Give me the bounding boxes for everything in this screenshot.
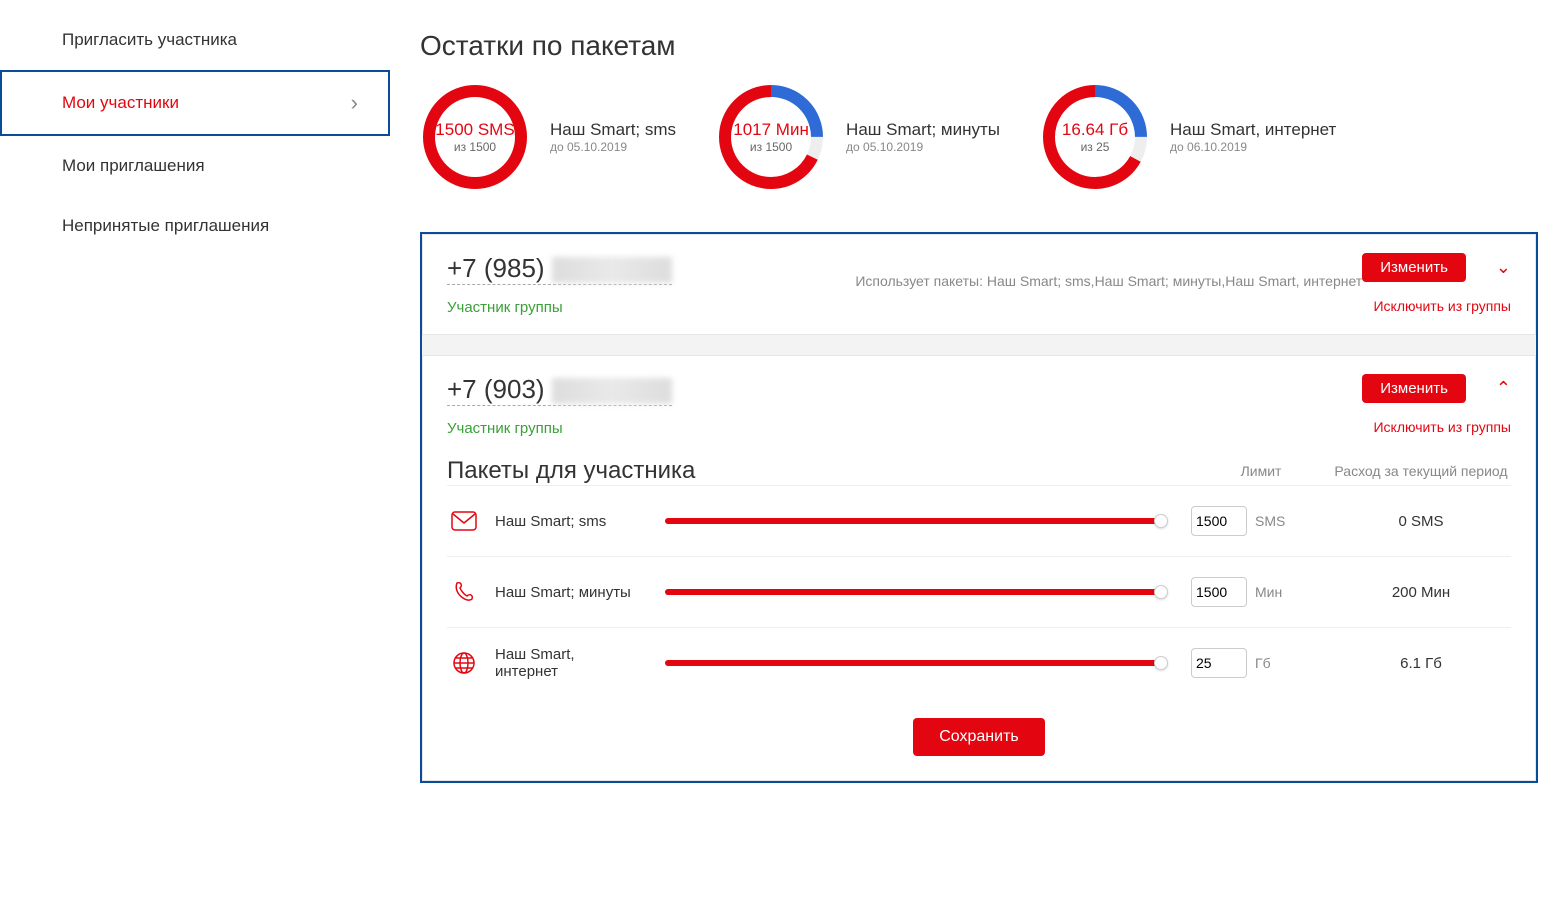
sidebar-item-invite[interactable]: Пригласить участника (0, 10, 390, 70)
exclude-link[interactable]: Исключить из группы (1373, 419, 1511, 435)
ring-value: 1017 Мин (733, 120, 809, 140)
packages-header: Пакеты для участника Лимит Расход за тек… (447, 457, 1511, 485)
member-card: +7 (985) Участник группы Использует паке… (422, 234, 1536, 335)
limit-slider[interactable] (665, 589, 1161, 595)
sidebar: Пригласить участника Мои участники › Мои… (0, 0, 390, 793)
sidebar-item-label: Мои приглашения (62, 156, 205, 176)
package-name: Наш Smart, интернет (495, 646, 635, 680)
remainder-sms: 1500 SMS из 1500 Наш Smart; sms до 05.10… (420, 82, 676, 192)
remainders-row: 1500 SMS из 1500 Наш Smart; sms до 05.10… (420, 82, 1538, 192)
remainder-name: Наш Smart; минуты (846, 120, 1000, 140)
remainders-title: Остатки по пакетам (420, 30, 1538, 62)
package-spend: 0 SMS (1331, 513, 1511, 530)
member-uses: Использует пакеты: Наш Smart; sms,Наш Sm… (855, 273, 1362, 289)
remainder-name: Наш Smart; sms (550, 120, 676, 140)
member-role: Участник группы (447, 420, 672, 437)
remainder-date: до 06.10.2019 (1170, 140, 1336, 154)
package-name: Наш Smart; sms (495, 513, 635, 530)
phone-icon (447, 575, 481, 609)
phone-prefix: +7 (985) (447, 253, 545, 283)
main-content: Остатки по пакетам 1500 SMS из 1500 Наш … (390, 0, 1548, 793)
members-panel: +7 (985) Участник группы Использует паке… (420, 232, 1538, 783)
sidebar-item-my-members[interactable]: Мои участники › (0, 70, 390, 136)
limit-input[interactable] (1191, 506, 1247, 536)
limit-unit: Мин (1255, 584, 1282, 600)
phone-prefix: +7 (903) (447, 374, 545, 404)
limit-input[interactable] (1191, 577, 1247, 607)
remainder-date: до 05.10.2019 (846, 140, 1000, 154)
ring-sms: 1500 SMS из 1500 (420, 82, 530, 192)
edit-button[interactable]: Изменить (1362, 374, 1466, 403)
sidebar-item-my-invites[interactable]: Мои приглашения (0, 136, 390, 196)
sidebar-item-label: Непринятые приглашения (62, 216, 269, 236)
limit-unit: SMS (1255, 513, 1285, 529)
ring-sub: из 1500 (454, 140, 496, 154)
sidebar-item-pending-invites[interactable]: Непринятые приглашения (0, 196, 390, 256)
ring-minutes: 1017 Мин из 1500 (716, 82, 826, 192)
save-button[interactable]: Сохранить (913, 718, 1045, 756)
sidebar-item-label: Пригласить участника (62, 30, 237, 50)
phone-masked (552, 378, 672, 404)
limit-slider[interactable] (665, 518, 1161, 524)
chevron-right-icon: › (351, 90, 358, 116)
column-spend: Расход за текущий период (1331, 463, 1511, 479)
envelope-icon (447, 504, 481, 538)
edit-button[interactable]: Изменить (1362, 253, 1466, 282)
member-role: Участник группы (447, 299, 672, 316)
package-row-minutes: Наш Smart; минуты Мин 200 Мин (447, 556, 1511, 627)
globe-icon (447, 646, 481, 680)
package-name: Наш Smart; минуты (495, 584, 635, 601)
member-phone[interactable]: +7 (903) (447, 374, 672, 406)
ring-sub: из 1500 (750, 140, 792, 154)
limit-input[interactable] (1191, 648, 1247, 678)
remainder-minutes: 1017 Мин из 1500 Наш Smart; минуты до 05… (716, 82, 1000, 192)
package-spend: 6.1 Гб (1331, 655, 1511, 672)
ring-sub: из 25 (1081, 140, 1110, 154)
limit-slider[interactable] (665, 660, 1161, 666)
ring-value: 16.64 Гб (1062, 120, 1128, 140)
package-spend: 200 Мин (1331, 584, 1511, 601)
chevron-up-icon[interactable]: ⌃ (1496, 378, 1511, 399)
remainder-internet: 16.64 Гб из 25 Наш Smart, интернет до 06… (1040, 82, 1336, 192)
exclude-link[interactable]: Исключить из группы (1373, 298, 1511, 314)
ring-internet: 16.64 Гб из 25 (1040, 82, 1150, 192)
package-row-internet: Наш Smart, интернет Гб 6.1 Гб (447, 627, 1511, 698)
packages-title: Пакеты для участника (447, 457, 1191, 485)
sidebar-item-label: Мои участники (62, 93, 179, 113)
phone-masked (552, 257, 672, 283)
limit-unit: Гб (1255, 655, 1271, 671)
column-limit: Лимит (1191, 463, 1331, 479)
package-row-sms: Наш Smart; sms SMS 0 SMS (447, 485, 1511, 556)
chevron-down-icon[interactable]: ⌄ (1496, 257, 1511, 278)
remainder-name: Наш Smart, интернет (1170, 120, 1336, 140)
remainder-date: до 05.10.2019 (550, 140, 676, 154)
member-phone[interactable]: +7 (985) (447, 253, 672, 285)
member-card: +7 (903) Участник группы Изменить ⌃ Искл… (422, 355, 1536, 781)
ring-value: 1500 SMS (435, 120, 514, 140)
